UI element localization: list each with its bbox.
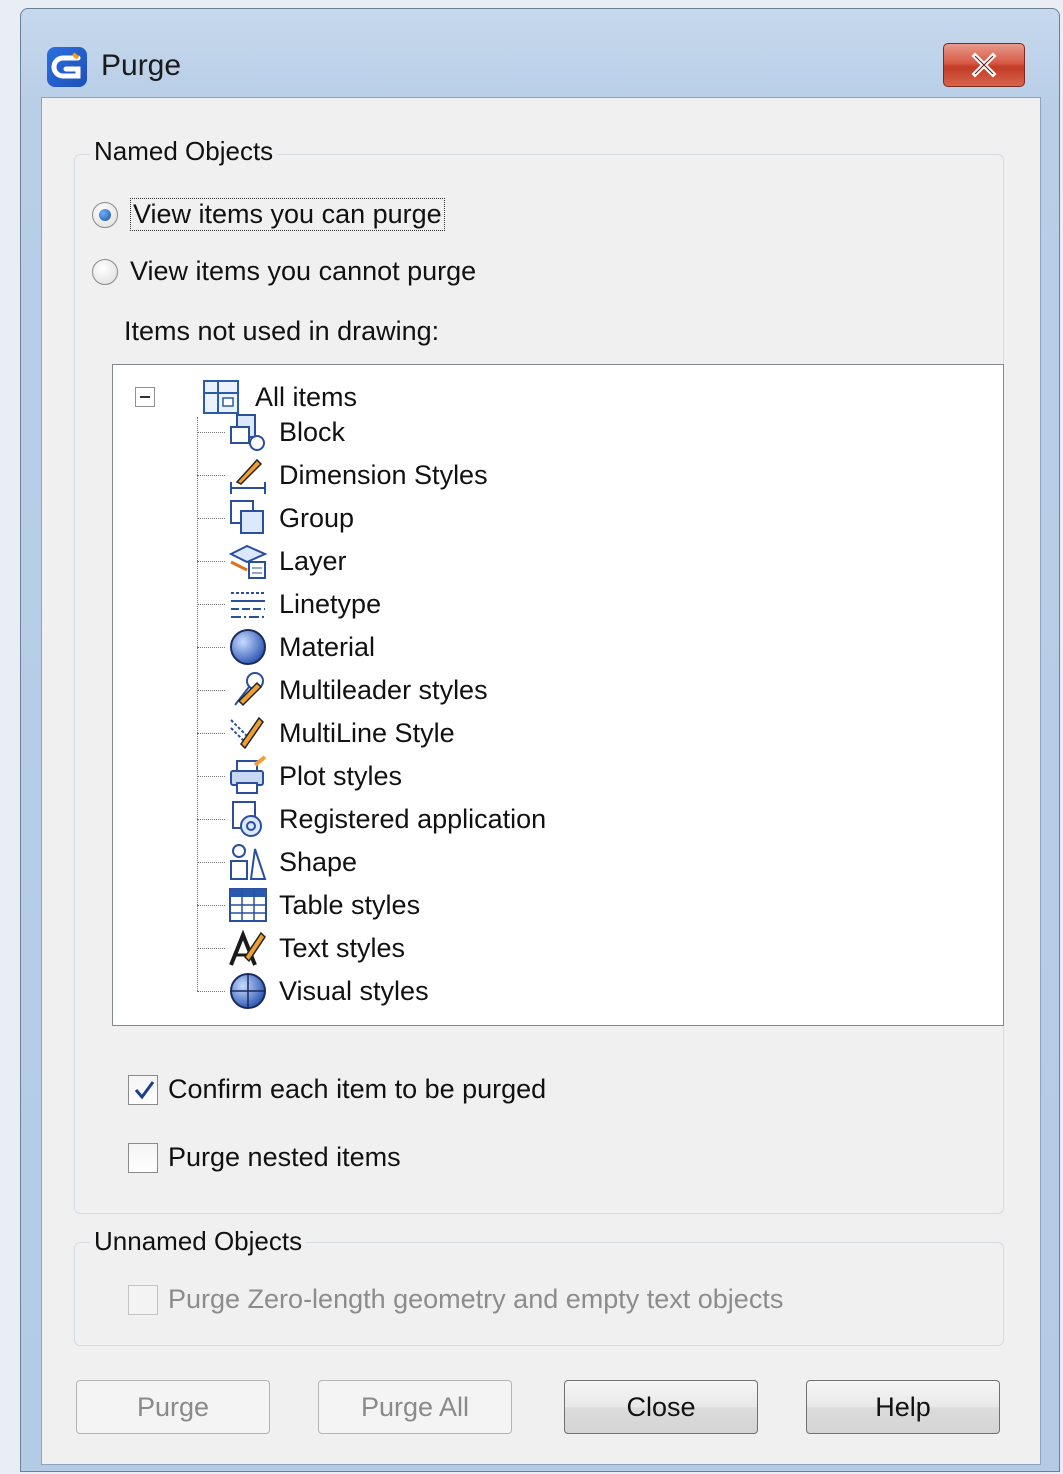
dialog-client-area: Named Objects View items you can purge V…: [41, 97, 1041, 1465]
purge-zero-length-label: Purge Zero-length geometry and empty tex…: [168, 1284, 784, 1314]
help-button[interactable]: Help: [806, 1380, 1000, 1434]
tree-item-shape[interactable]: Shape: [197, 841, 357, 883]
tree-item-table-styles[interactable]: Table styles: [197, 884, 420, 926]
purge-nested-label: Purge nested items: [168, 1142, 401, 1172]
multiline-style-icon: [230, 716, 264, 750]
multileader-styles-icon: [234, 672, 264, 707]
tree-item-label: Linetype: [279, 588, 382, 619]
tree-collapse-toggle[interactable]: [135, 387, 155, 407]
purge-button[interactable]: Purge: [76, 1380, 270, 1434]
purge-all-button[interactable]: Purge All: [318, 1380, 512, 1434]
tree-item-label: Layer: [279, 545, 347, 576]
tree-item-label: Group: [279, 502, 355, 533]
named-objects-label: Named Objects: [90, 136, 278, 167]
radio-can-purge-indicator[interactable]: [92, 201, 118, 228]
radio-can-purge-label: View items you can purge: [130, 198, 445, 231]
tree-item-label: Text styles: [279, 932, 406, 963]
title-bar[interactable]: Purge: [21, 9, 1059, 97]
table-styles-icon: [229, 888, 267, 922]
checkmark-icon: [134, 1080, 155, 1099]
unnamed-objects-label: Unnamed Objects: [90, 1226, 307, 1257]
tree-item-label: Dimension Styles: [279, 459, 488, 490]
items-not-used-label: Items not used in drawing:: [124, 316, 440, 346]
tree-item-dimension-styles[interactable]: Dimension Styles: [197, 454, 488, 496]
confirm-each-item-checkbox[interactable]: Confirm each item to be purged: [128, 1074, 546, 1105]
layer-icon: [228, 544, 268, 579]
window-title: Purge: [101, 49, 182, 82]
material-icon: [230, 629, 266, 665]
dimension-styles-icon: [230, 458, 266, 494]
tree-item-label: Multileader styles: [279, 674, 488, 705]
app-logo-icon: [47, 47, 87, 87]
confirm-each-checkbox-box[interactable]: [128, 1074, 158, 1105]
purge-zero-length-checkbox-box[interactable]: [128, 1284, 158, 1315]
linetype-icon: [231, 592, 265, 618]
purge-dialog-window: Purge Named Objects View items you can p…: [20, 8, 1060, 1472]
tree-item-label: Table styles: [279, 889, 421, 920]
shape-icon: [230, 844, 267, 880]
tree-item-label: Material: [279, 631, 376, 662]
group-icon: [230, 500, 264, 534]
block-icon: [230, 414, 265, 451]
tree-item-multileader-styles[interactable]: Multileader styles: [197, 669, 488, 711]
tree-item-text-styles[interactable]: Text styles: [197, 927, 405, 969]
purge-zero-length-checkbox[interactable]: Purge Zero-length geometry and empty tex…: [128, 1284, 783, 1315]
plot-styles-icon: [230, 755, 267, 794]
tree-item-multiline-style[interactable]: MultiLine Style: [197, 712, 455, 754]
confirm-each-label: Confirm each item to be purged: [168, 1074, 547, 1104]
tree-item-label: Plot styles: [279, 760, 403, 791]
tree-item-block[interactable]: Block: [197, 411, 345, 453]
tree-root-label: All items: [255, 381, 358, 412]
purge-nested-items-checkbox[interactable]: Purge nested items: [128, 1142, 401, 1173]
tree-item-visual-styles[interactable]: Visual styles: [197, 970, 429, 1012]
tree-item-label: Visual styles: [279, 975, 429, 1006]
visual-styles-icon: [230, 973, 266, 1009]
tree-item-label: MultiLine Style: [279, 717, 455, 748]
close-button[interactable]: Close: [564, 1380, 758, 1434]
text-styles-icon: [229, 929, 266, 966]
tree-item-plot-styles[interactable]: Plot styles: [197, 755, 402, 797]
radio-view-can-purge[interactable]: View items you can purge: [92, 198, 445, 231]
registered-application-icon: [232, 801, 262, 837]
tree-item-material[interactable]: Material: [197, 626, 375, 668]
tree-item-registered-application[interactable]: Registered application: [197, 798, 546, 840]
tree-item-layer[interactable]: Layer: [197, 540, 347, 582]
close-window-button[interactable]: [943, 43, 1025, 87]
tree-item-linetype[interactable]: Linetype: [197, 583, 381, 625]
radio-cannot-purge-label: View items you cannot purge: [130, 256, 477, 286]
tree-item-group[interactable]: Group: [197, 497, 354, 539]
purge-nested-checkbox-box[interactable]: [128, 1142, 158, 1173]
tree-item-label: Registered application: [279, 803, 547, 834]
purge-items-tree[interactable]: All items Block Dimension Styles Group L…: [112, 364, 1004, 1026]
tree-item-label: Shape: [279, 846, 358, 877]
radio-cannot-purge-indicator[interactable]: [92, 258, 118, 285]
tree-item-label: Block: [279, 416, 346, 447]
radio-view-cannot-purge[interactable]: View items you cannot purge: [92, 256, 476, 287]
